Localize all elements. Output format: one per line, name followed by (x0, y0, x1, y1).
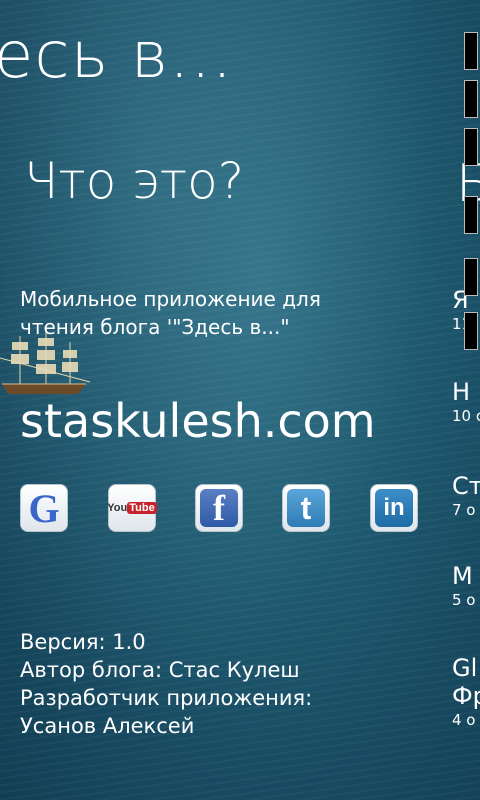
status-indicator (464, 312, 478, 350)
linkedin-icon: in (370, 484, 418, 532)
author-text: Автор блога: Стас Кулеш (20, 658, 300, 682)
status-indicator (464, 32, 478, 70)
twitter-button[interactable]: t (282, 484, 330, 532)
next-panel-item[interactable]: Н 10 с (452, 378, 480, 426)
google-icon: G (20, 484, 68, 532)
next-item-subtitle: 10 с (452, 407, 480, 425)
blog-site-link[interactable]: staskulesh.com (20, 398, 376, 444)
about-info: Версия: 1.0 Автор блога: Стас Кулеш Разр… (20, 628, 312, 740)
youtube-icon: You Tube (107, 484, 157, 532)
next-item-subtitle: 7 о (452, 501, 476, 519)
status-indicator (464, 128, 478, 166)
next-item-subtitle: 4 о (452, 711, 476, 729)
youtube-button[interactable]: You Tube (107, 484, 157, 532)
panorama-title: есь в... (0, 19, 234, 93)
developer-label: Разработчик приложения: (20, 686, 313, 710)
linkedin-button[interactable]: in (370, 484, 418, 532)
status-indicator (464, 80, 478, 118)
twitter-icon: t (282, 484, 330, 532)
next-item-title: Ст (452, 472, 480, 500)
facebook-icon: f (195, 484, 243, 532)
developer-name: Усанов Алексей (20, 714, 195, 738)
section-title: Что это? (24, 152, 245, 210)
system-tray (462, 0, 480, 360)
next-item-title: Gl (452, 654, 478, 682)
next-item-subtitle: 5 о (452, 591, 476, 609)
next-panel-item[interactable]: Gl Фр 4 о (452, 654, 480, 730)
next-panel-item[interactable]: М 5 о (452, 562, 476, 610)
next-item-title: М (452, 562, 473, 590)
status-indicator (464, 196, 478, 234)
next-item-title: Н (452, 378, 471, 406)
facebook-button[interactable]: f (195, 484, 243, 532)
next-item-title: Фр (452, 682, 480, 710)
version-text: Версия: 1.0 (20, 630, 146, 654)
app-description: Мобильное приложение для чтения блога '"… (20, 287, 321, 339)
google-button[interactable]: G (20, 484, 68, 532)
status-indicator (464, 258, 478, 296)
next-panel-item[interactable]: Ст 7 о (452, 472, 480, 520)
